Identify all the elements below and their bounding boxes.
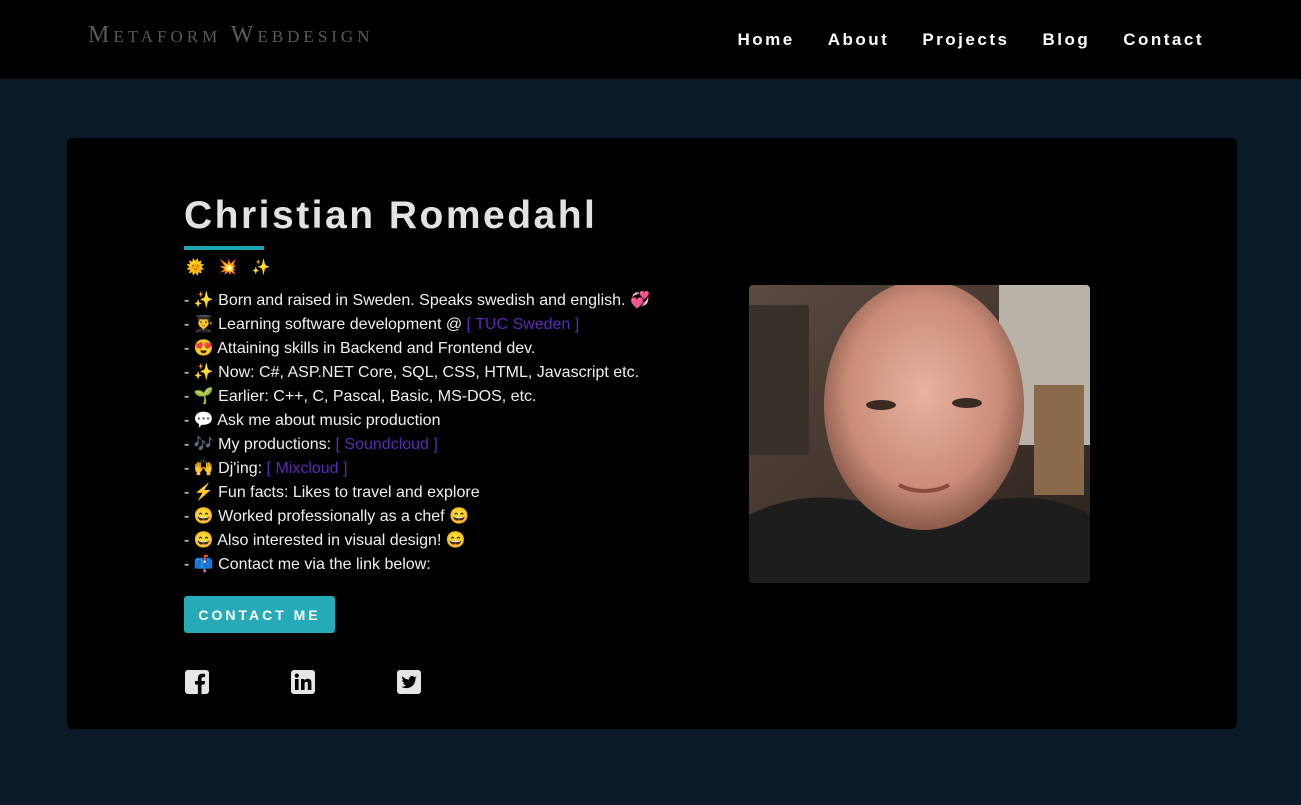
tuc-sweden-link[interactable]: [ TUC Sweden ] [467,316,580,333]
fact-item: - ✨ Born and raised in Sweden. Speaks sw… [184,292,650,309]
mixcloud-link[interactable]: [ Mixcloud ] [267,460,348,477]
twitter-icon[interactable] [396,669,422,695]
brand-logo[interactable]: Metaform Webdesign [88,22,373,49]
main-nav: Home About Projects Blog Contact [738,30,1204,50]
about-facts-list: - ✨ Born and raised in Sweden. Speaks sw… [184,289,650,577]
top-navbar: Metaform Webdesign Home About Projects B… [0,0,1301,79]
nav-projects[interactable]: Projects [922,30,1009,50]
fact-item: - 🎶 My productions: [ Soundcloud ] [184,436,438,453]
fact-item: - 😍 Attaining skills in Backend and Fron… [184,340,536,357]
fact-item: - 🌱 Earlier: C++, C, Pascal, Basic, MS-D… [184,388,537,405]
facebook-icon[interactable] [184,669,210,695]
linkedin-icon[interactable] [290,669,316,695]
nav-blog[interactable]: Blog [1042,30,1090,50]
emoji-row: 🌞 💥 ✨ [186,259,276,276]
nav-about[interactable]: About [828,30,890,50]
nav-home[interactable]: Home [738,30,795,50]
fact-item: - ✨ Now: C#, ASP.NET Core, SQL, CSS, HTM… [184,364,640,381]
social-links [184,669,422,695]
fact-item: - 😄 Worked professionally as a chef 😄 [184,508,469,525]
fact-item: - 😄 Also interested in visual design! 😄 [184,532,466,549]
profile-card: Christian Romedahl 🌞 💥 ✨ - ✨ Born and ra… [67,138,1237,729]
title-underline [184,246,264,250]
profile-name: Christian Romedahl [184,194,598,237]
fact-item: - 👨‍🎓 Learning software development @ [ … [184,316,580,333]
fact-item: - ⚡ Fun facts: Likes to travel and explo… [184,484,480,501]
soundcloud-link[interactable]: [ Soundcloud ] [336,436,438,453]
fact-item: - 📫 Contact me via the link below: [184,556,431,573]
contact-me-button[interactable]: CONTACT ME [184,596,335,633]
nav-contact[interactable]: Contact [1123,30,1204,50]
fact-item: - 💬 Ask me about music production [184,412,441,429]
profile-photo [749,285,1090,583]
fact-item: - 🙌 Dj'ing: [ Mixcloud ] [184,460,348,477]
